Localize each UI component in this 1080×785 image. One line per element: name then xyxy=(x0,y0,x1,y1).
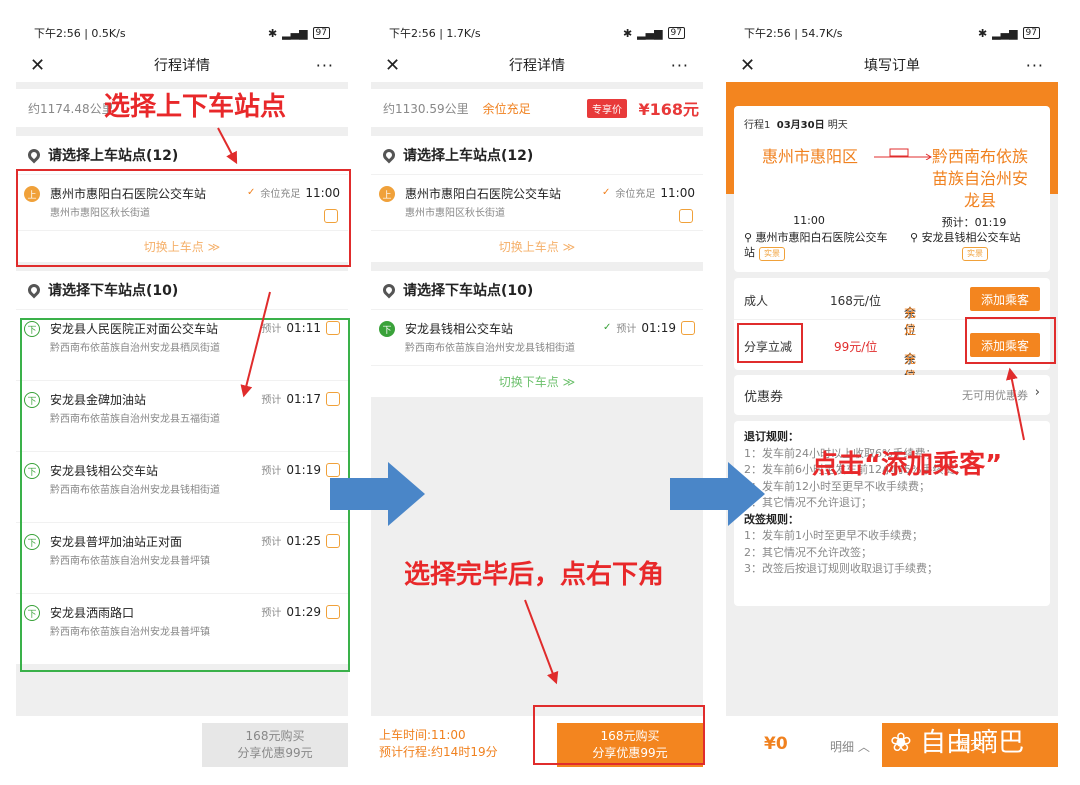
red-arrow-1 xyxy=(217,127,238,165)
wechat-icon: ❀ xyxy=(890,728,912,758)
red-arrow-3 xyxy=(524,599,559,685)
red-arrow-2 xyxy=(240,291,271,398)
arrows-layer xyxy=(217,127,1025,685)
red-arrow-4 xyxy=(1005,367,1025,441)
blue-arrow-icon-1 xyxy=(330,462,425,526)
blue-arrow-icon-2 xyxy=(670,462,765,526)
watermark: ❀ 自由嘀巴 xyxy=(890,728,1025,758)
